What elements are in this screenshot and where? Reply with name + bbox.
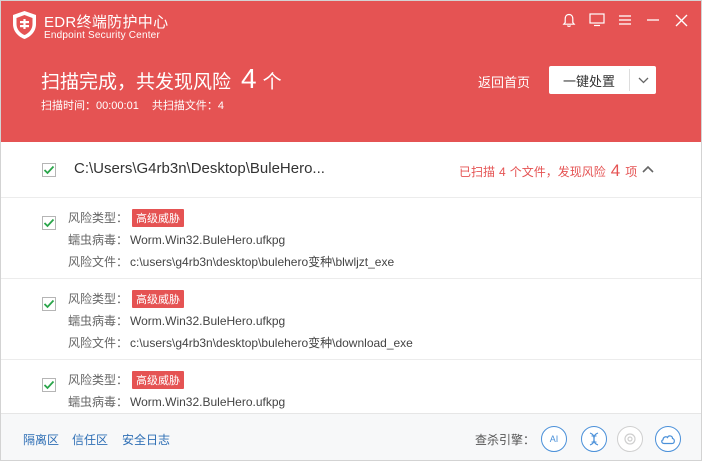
check-icon [43, 165, 55, 175]
virus-label: 蠕虫病毒： [68, 233, 129, 247]
menu-icon[interactable] [611, 9, 639, 31]
virus-row: 蠕虫病毒： Worm.Win32.BuleHero.ufkpg [68, 231, 285, 248]
scan-time: 扫描时间：00:00:01 [41, 100, 139, 112]
quarantine-link[interactable]: 隔离区 [23, 431, 59, 448]
chevron-up-icon[interactable] [641, 163, 655, 175]
group-checkbox[interactable] [42, 163, 56, 177]
virus-name: Worm.Win32.BuleHero.ufkpg [130, 233, 286, 247]
status-suffix: 项 [625, 165, 638, 179]
risk-level-badge: 高级威胁 [132, 209, 185, 227]
virus-row: 蠕虫病毒： Worm.Win32.BuleHero.ufkpg [68, 393, 285, 410]
risk-type-row: 风险类型： 高级威胁 [68, 290, 185, 308]
shield-logo-icon [13, 11, 36, 39]
risk-type-label: 风险类型： [68, 373, 129, 387]
group-path: C:\Users\G4rb3n\Desktop\BuleHero... [74, 160, 325, 177]
engine-label: 查杀引擎： [475, 433, 536, 447]
file-label: 风险文件： [68, 255, 129, 269]
header: EDR终端防护中心 Endpoint Security Center 扫描完成，… [1, 1, 701, 142]
cloud-scan-engine-icon[interactable] [617, 426, 643, 452]
scan-title-prefix: 扫描完成，共发现风险 [41, 72, 232, 93]
file-label: 风险文件： [68, 336, 129, 350]
chevron-down-icon[interactable] [630, 77, 656, 84]
minimize-icon[interactable] [639, 9, 667, 31]
virus-row: 蠕虫病毒： Worm.Win32.BuleHero.ufkpg [68, 312, 285, 329]
virus-label: 蠕虫病毒： [68, 395, 129, 409]
file-path: c:\users\g4rb3n\desktop\bulehero变种\downl… [130, 336, 413, 350]
list-item[interactable]: 风险类型： 高级威胁 蠕虫病毒： Worm.Win32.BuleHero.ufkpg… [1, 279, 701, 360]
risk-unit: 个 [262, 72, 282, 93]
group-status: 已扫描 4 个文件，发现风险 4 项 [459, 161, 637, 181]
list-item[interactable]: 风险类型： 高级威胁 蠕虫病毒： Worm.Win32.BuleHero.ufkpg… [1, 198, 701, 279]
risk-type-label: 风险类型： [68, 292, 129, 306]
scan-meta: 扫描时间：00:00:01 共扫描文件：4 [41, 97, 234, 113]
app-window: EDR终端防护中心 Endpoint Security Center 扫描完成，… [0, 0, 702, 461]
gene-engine-icon[interactable] [581, 426, 607, 452]
file-path: c:\users\g4rb3n\desktop\bulehero变种\blwlj… [130, 255, 395, 269]
scanned-files: 共扫描文件：4 [151, 100, 225, 112]
risk-level-badge: 高级威胁 [132, 290, 185, 308]
virus-label: 蠕虫病毒： [68, 314, 129, 328]
check-icon [43, 380, 55, 390]
app-title: EDR终端防护中心 [44, 14, 169, 31]
risk-type-row: 风险类型： 高级威胁 [68, 209, 185, 227]
status-prefix: 已扫描 [459, 165, 496, 179]
scanned-count: 4 [499, 165, 506, 179]
risk-level-badge: 高级威胁 [132, 371, 185, 389]
item-checkbox[interactable] [42, 297, 56, 311]
footer: 隔离区 信任区 安全日志 查杀引擎： AI [1, 413, 701, 460]
app-subtitle: Endpoint Security Center [44, 30, 160, 41]
ai-engine-icon[interactable]: AI [541, 426, 567, 452]
risk-type-row: 风险类型： 高级威胁 [68, 371, 185, 389]
risk-type-label: 风险类型： [68, 211, 129, 225]
file-row: 风险文件： c:\users\g4rb3n\desktop\bulehero变种\… [68, 334, 413, 351]
close-icon[interactable] [667, 9, 695, 31]
list-item[interactable]: 风险类型： 高级威胁 蠕虫病毒： Worm.Win32.BuleHero.ufkpg [1, 360, 701, 414]
back-home-link[interactable]: 返回首页 [478, 72, 530, 91]
file-row: 风险文件： c:\users\g4rb3n\desktop\bulehero变种\… [68, 253, 394, 270]
status-mid: 个文件，发现风险 [509, 165, 606, 179]
trust-zone-link[interactable]: 信任区 [72, 431, 108, 448]
virus-name: Worm.Win32.BuleHero.ufkpg [130, 314, 286, 328]
check-icon [43, 218, 55, 228]
item-checkbox[interactable] [42, 216, 56, 230]
one-click-handle-button[interactable]: 一键处置 [549, 66, 656, 94]
ai-engine-label: AI [549, 434, 559, 444]
scan-group-row[interactable]: C:\Users\G4rb3n\Desktop\BuleHero... 已扫描 … [1, 142, 701, 198]
risk-count: 4 [241, 63, 257, 94]
monitor-icon[interactable] [583, 9, 611, 31]
window-controls [555, 9, 695, 31]
group-risk-count: 4 [610, 161, 621, 180]
security-log-link[interactable]: 安全日志 [122, 431, 170, 448]
bell-icon[interactable] [555, 9, 583, 31]
check-icon [43, 299, 55, 309]
one-click-handle-label: 一键处置 [562, 73, 615, 89]
virus-name: Worm.Win32.BuleHero.ufkpg [130, 395, 286, 409]
risk-list: C:\Users\G4rb3n\Desktop\BuleHero... 已扫描 … [1, 142, 701, 414]
scan-result-title: 扫描完成，共发现风险 4 个 [41, 63, 282, 95]
item-checkbox[interactable] [42, 378, 56, 392]
cloud-engine-icon[interactable] [655, 426, 681, 452]
